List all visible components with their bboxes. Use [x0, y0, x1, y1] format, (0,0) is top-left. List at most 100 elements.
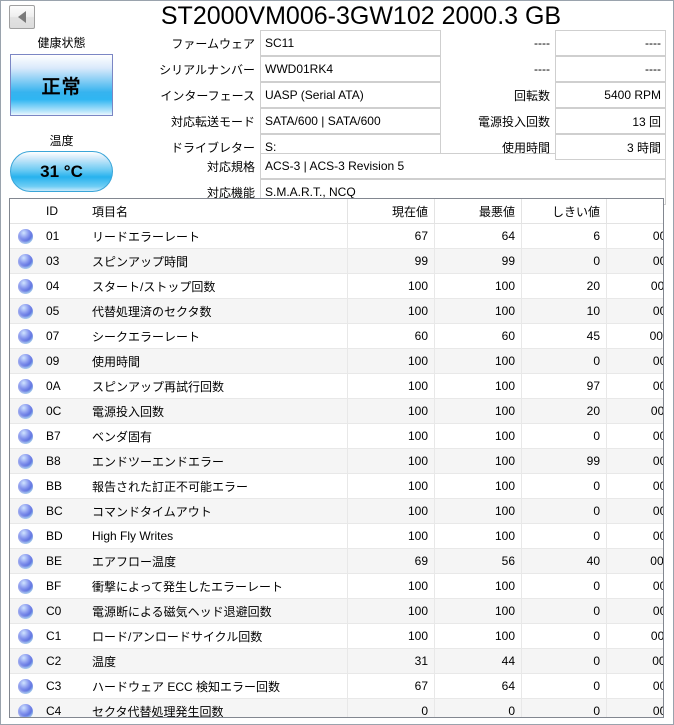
status-circle-icon — [17, 428, 33, 444]
raw-value-cell: 000000000000 — [606, 298, 663, 324]
info-value-interface[interactable]: UASP (Serial ATA) — [260, 82, 441, 108]
table-row[interactable]: B8エンドツーエンドエラー10010099000000000000 — [10, 448, 663, 474]
table-row[interactable]: BF衝撃によって発生したエラーレート1001000000000000000 — [10, 573, 663, 599]
row-status-cell — [10, 298, 40, 324]
info-label-standard: 対応規格 — [206, 159, 255, 174]
threshold-value-cell: 0 — [521, 498, 607, 524]
threshold-value-cell: 45 — [521, 323, 607, 349]
column-header-raw[interactable]: 生の値 — [606, 199, 663, 224]
raw-value-cell: 000000000000 — [606, 248, 663, 274]
table-row[interactable]: 05代替処理済のセクタ数10010010000000000000 — [10, 298, 663, 324]
worst-value-cell: 100 — [434, 598, 522, 624]
info-row-interface: インターフェース UASP (Serial ATA) — [121, 82, 441, 108]
row-status-cell — [10, 698, 40, 717]
current-value-cell: 0 — [347, 698, 435, 717]
table-row[interactable]: C1ロード/アンロードサイクル回数100100000000000000D — [10, 623, 663, 649]
worst-value-cell: 100 — [434, 573, 522, 599]
worst-value-cell: 100 — [434, 473, 522, 499]
status-circle-icon — [17, 403, 33, 419]
info-value-blank-1[interactable]: ---- — [555, 30, 666, 56]
info-value-rotation-rate[interactable]: 5400 RPM — [555, 82, 666, 108]
attribute-id-cell: 0C — [40, 398, 86, 424]
current-value-cell: 100 — [347, 498, 435, 524]
info-value-firmware[interactable]: SC11 — [260, 30, 441, 56]
temperature-badge[interactable]: 31 °C — [10, 151, 113, 192]
table-row[interactable]: 07シークエラーレート606045000000104CE2 — [10, 323, 663, 349]
attribute-name-cell: リードエラーレート — [86, 223, 348, 249]
current-value-cell: 99 — [347, 248, 435, 274]
attribute-id-cell: BE — [40, 548, 86, 574]
info-row-power-on-count: 電源投入回数 13 回 — [442, 108, 666, 134]
table-row[interactable]: BCコマンドタイムアウト1001000000000000000 — [10, 498, 663, 524]
table-row[interactable]: C4セクタ代替処理発生回数000000000000000 — [10, 698, 663, 717]
column-header-threshold[interactable]: しきい値 — [521, 199, 607, 224]
table-row[interactable]: C2温度3144000160000001F — [10, 648, 663, 674]
row-status-cell — [10, 273, 40, 299]
previous-disk-button[interactable] — [9, 5, 35, 29]
table-row[interactable]: 04スタート/ストップ回数1001002000000000000D — [10, 273, 663, 299]
table-row[interactable]: C3ハードウェア ECC 検知エラー回数67640000000489053 — [10, 673, 663, 699]
raw-value-cell: 00000000000D — [606, 273, 663, 299]
info-row-power-on-hours: 使用時間 3 時間 — [442, 134, 666, 160]
threshold-value-cell: 20 — [521, 398, 607, 424]
threshold-value-cell: 0 — [521, 573, 607, 599]
table-row[interactable]: BDHigh Fly Writes1001000000000000000 — [10, 523, 663, 549]
status-circle-icon — [17, 478, 33, 494]
row-status-cell — [10, 598, 40, 624]
table-row[interactable]: 0C電源投入回数1001002000000000000D — [10, 398, 663, 424]
crystaldiskinfo-window: ST2000VM006-3GW102 2000.3 GB 健康状態 正常 温度 … — [0, 0, 674, 725]
raw-value-cell: 000000000000 — [606, 423, 663, 449]
info-value-transfer-mode[interactable]: SATA/600 | SATA/600 — [260, 108, 441, 134]
column-header-id[interactable]: ID — [40, 199, 86, 224]
smart-attributes-table-container[interactable]: ID 項目名 現在値 最悪値 しきい値 生の値 01リードエラーレート67646… — [9, 198, 664, 718]
attribute-id-cell: C4 — [40, 698, 86, 717]
table-row[interactable]: BEエアフロー温度69564000001F1E001F — [10, 548, 663, 574]
threshold-value-cell: 0 — [521, 473, 607, 499]
worst-value-cell: 60 — [434, 323, 522, 349]
table-row[interactable]: 03スピンアップ時間99990000000000000 — [10, 248, 663, 274]
info-value-power-on-hours[interactable]: 3 時間 — [555, 134, 666, 160]
row-status-cell — [10, 223, 40, 249]
attribute-id-cell: BF — [40, 573, 86, 599]
raw-value-cell: 000000000000 — [606, 698, 663, 717]
health-status-badge[interactable]: 正常 — [10, 54, 113, 116]
column-header-name[interactable]: 項目名 — [86, 199, 348, 224]
info-value-serial[interactable]: WWD01RK4 — [260, 56, 441, 82]
threshold-value-cell: 0 — [521, 673, 607, 699]
table-row[interactable]: 01リードエラーレート67646000000489053 — [10, 223, 663, 249]
current-value-cell: 67 — [347, 673, 435, 699]
table-row[interactable]: BB報告された訂正不可能エラー1001000000000000000 — [10, 473, 663, 499]
status-circle-icon — [17, 278, 33, 294]
table-row[interactable]: 0Aスピンアップ再試行回数10010097000000000000 — [10, 373, 663, 399]
column-header-status[interactable] — [10, 199, 40, 224]
smart-attributes-table: ID 項目名 現在値 最悪値 しきい値 生の値 01リードエラーレート67646… — [10, 199, 663, 717]
threshold-value-cell: 10 — [521, 298, 607, 324]
table-row[interactable]: B7ベンダ固有1001000000000000000 — [10, 423, 663, 449]
attribute-name-cell: ベンダ固有 — [86, 423, 348, 449]
column-header-worst[interactable]: 最悪値 — [434, 199, 522, 224]
info-value-blank-2[interactable]: ---- — [555, 56, 666, 82]
worst-value-cell: 100 — [434, 623, 522, 649]
attribute-name-cell: ハードウェア ECC 検知エラー回数 — [86, 673, 348, 699]
row-status-cell — [10, 348, 40, 374]
current-value-cell: 100 — [347, 473, 435, 499]
raw-value-cell: 000000000003 — [606, 348, 663, 374]
table-row[interactable]: 09使用時間1001000000000000003 — [10, 348, 663, 374]
attribute-id-cell: BB — [40, 473, 86, 499]
info-row-firmware: ファームウェア SC11 — [121, 30, 441, 56]
status-circle-icon — [17, 228, 33, 244]
column-header-current[interactable]: 現在値 — [347, 199, 435, 224]
info-label-power-on-hours: 使用時間 — [501, 140, 550, 155]
health-status-label: 健康状態 — [37, 36, 86, 50]
raw-value-cell: 00001F1E001F — [606, 548, 663, 574]
info-value-power-on-count[interactable]: 13 回 — [555, 108, 666, 134]
row-status-cell — [10, 323, 40, 349]
worst-value-cell: 100 — [434, 373, 522, 399]
threshold-value-cell: 99 — [521, 448, 607, 474]
attribute-id-cell: B8 — [40, 448, 86, 474]
table-row[interactable]: C0電源断による磁気ヘッド退避回数1001000000000000007 — [10, 598, 663, 624]
attribute-name-cell: 温度 — [86, 648, 348, 674]
row-status-cell — [10, 573, 40, 599]
temperature-value: 31 °C — [40, 161, 83, 181]
worst-value-cell: 100 — [434, 498, 522, 524]
